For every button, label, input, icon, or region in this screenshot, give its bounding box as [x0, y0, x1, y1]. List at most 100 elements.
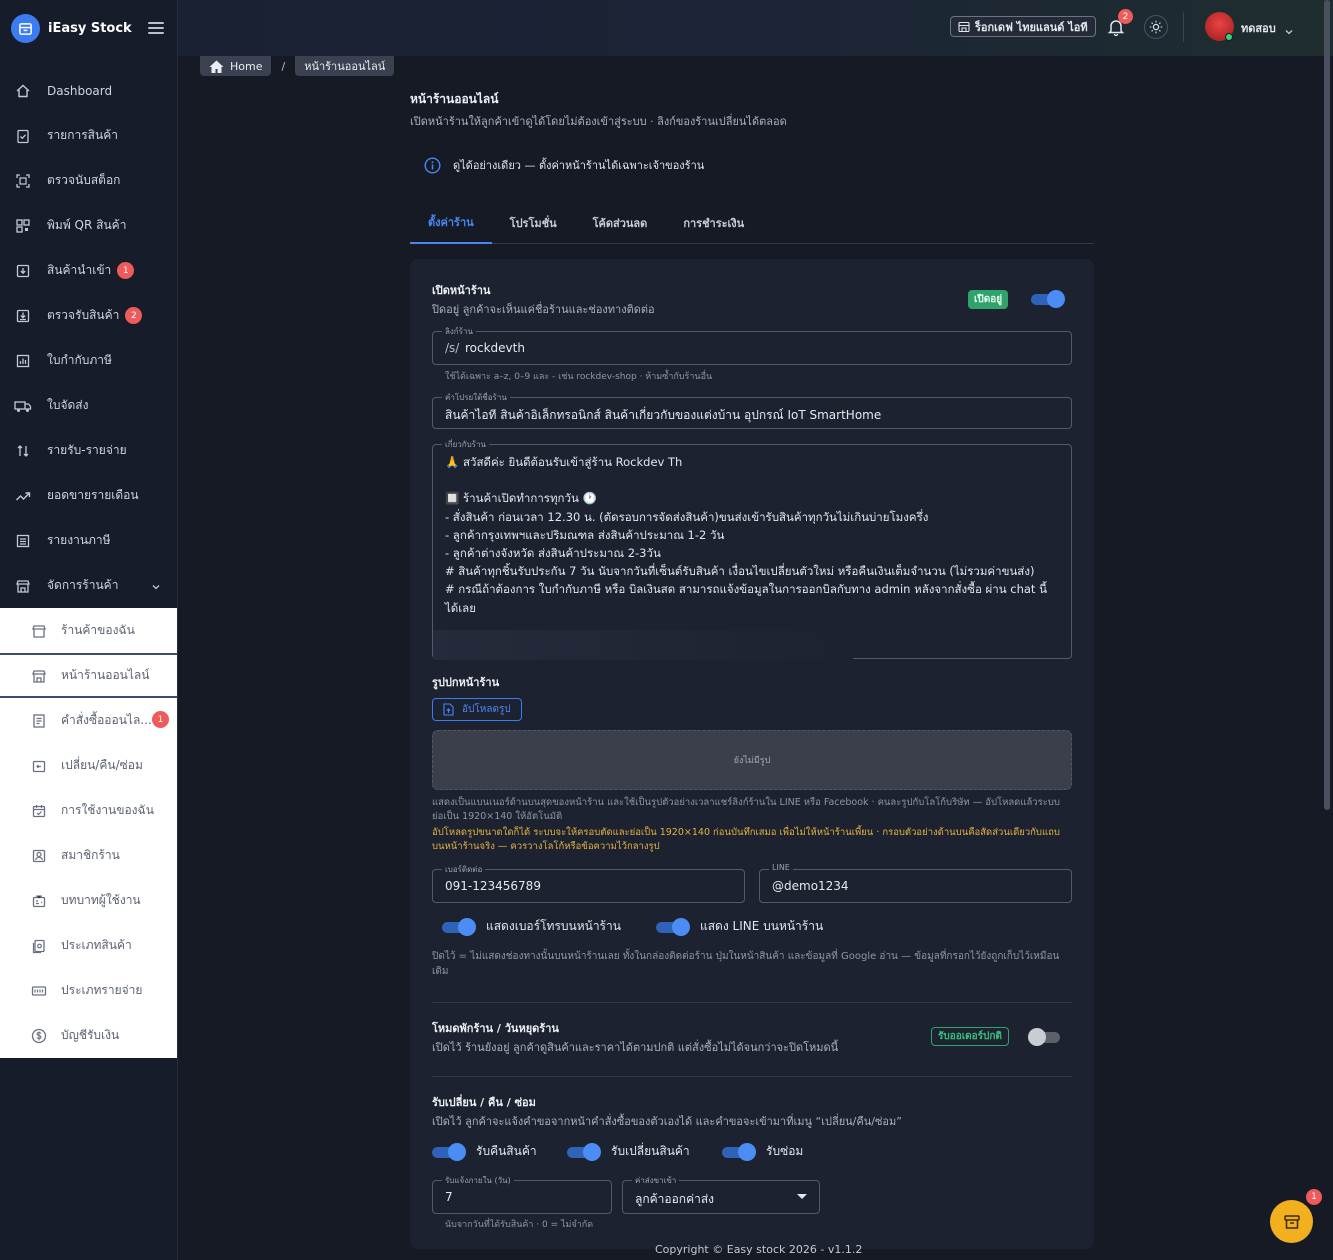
- store-submenu: ร้านค้าของฉัน หน้าร้านออนไลน์ คำสั่งซื้อ…: [0, 608, 177, 1058]
- sidebar-item-label: รายการสินค้า: [47, 128, 118, 142]
- show-line-option: แสดง LINE บนหน้าร้าน: [656, 917, 823, 936]
- store-link-input[interactable]: rockdevth: [465, 341, 525, 355]
- money-icon: [30, 1027, 48, 1045]
- page-scrollbar[interactable]: [1324, 0, 1330, 810]
- upload-cover-button[interactable]: อัปโหลดรูป: [432, 698, 522, 721]
- chart-doc-icon: [14, 352, 32, 370]
- sidebar-subitem-payment-accounts[interactable]: บัญชีรับเงิน: [0, 1013, 177, 1058]
- breadcrumb-separator: /: [281, 59, 286, 73]
- tab-discount-codes[interactable]: โค้ดส่วนลด: [575, 201, 666, 244]
- expense-icon: [30, 982, 48, 1000]
- shop-icon: [30, 622, 48, 640]
- receive-icon: [14, 307, 32, 325]
- cover-placeholder-text: ยังไม่มีรูป: [733, 756, 771, 766]
- tagline-input[interactable]: สินค้าไอที สินค้าอิเล็กทรอนิกส์ สินค้าเก…: [445, 406, 881, 425]
- sidebar-item-delivery[interactable]: ใบจัดส่ง: [0, 383, 177, 428]
- breadcrumb-home-label: Home: [230, 59, 263, 73]
- page-subtitle: เปิดหน้าร้านให้ลูกค้าเข้าดูได้โดยไม่ต้อง…: [410, 115, 787, 128]
- sidebar-subitem-categories[interactable]: ประเภทสินค้า: [0, 923, 177, 968]
- sidebar-item-monthly-sales[interactable]: ยอดขายรายเดือน: [0, 473, 177, 518]
- accept-exchange-toggle[interactable]: [567, 1142, 601, 1161]
- list-icon: [14, 532, 32, 550]
- sidebar-item-label: การใช้งานของฉัน: [61, 803, 154, 817]
- show-line-toggle[interactable]: [656, 917, 690, 936]
- return-days-input[interactable]: 7: [445, 1190, 453, 1204]
- count-badge: 2: [125, 307, 143, 324]
- sidebar-item-label: ตรวจรับสินค้า: [47, 308, 120, 322]
- accept-return-label: รับคืนสินค้า: [476, 1144, 537, 1158]
- return-days-helper: นับจากวันที่ได้รับสินค้า · 0 = ไม่จำกัด: [445, 1220, 594, 1230]
- sidebar-item-dashboard[interactable]: Dashboard: [0, 68, 177, 113]
- accept-return-toggle[interactable]: [432, 1142, 466, 1161]
- sidebar-subitem-my-usage[interactable]: การใช้งานของฉัน: [0, 788, 177, 833]
- sidebar-item-manage-store[interactable]: จัดการร้านค้า: [0, 563, 177, 608]
- sidebar-subitem-online-storefront[interactable]: หน้าร้านออนไลน์: [0, 653, 177, 698]
- archive-box-icon: [1283, 1214, 1300, 1229]
- cover-title: รูปปกหน้าร้าน: [432, 676, 500, 689]
- line-input[interactable]: @demo1234: [772, 879, 849, 893]
- sidebar-item-tax-invoice[interactable]: ใบกำกับภาษี: [0, 338, 177, 383]
- phone-field[interactable]: เบอร์ติดต่อ 091-123456789: [432, 863, 745, 903]
- sidebar-subitem-returns[interactable]: เปลี่ยน/คืน/ซ่อม: [0, 743, 177, 788]
- breadcrumb-current-label: หน้าร้านออนไลน์: [304, 60, 386, 73]
- sidebar-item-products[interactable]: รายการสินค้า: [0, 113, 177, 158]
- accept-exchange-option: รับเปลี่ยนสินค้า: [567, 1142, 690, 1161]
- floating-orders-button[interactable]: [1270, 1200, 1313, 1243]
- storefront-icon: [30, 667, 48, 685]
- store-link-field[interactable]: ลิงก์ร้าน /s/ rockdevth: [432, 325, 1072, 365]
- sidebar-item-label: บัญชีรับเงิน: [61, 1028, 120, 1042]
- sidebar-item-stock-count[interactable]: ตรวจนับสต็อก: [0, 158, 177, 203]
- role-icon: [30, 892, 48, 910]
- vacation-title: โหมดพักร้าน / วันหยุดร้าน: [432, 1022, 559, 1035]
- breadcrumb-current: หน้าร้านออนไลน์: [295, 56, 395, 76]
- phone-input[interactable]: 091-123456789: [445, 879, 541, 893]
- vacation-mode-toggle[interactable]: [1028, 1028, 1062, 1046]
- theme-toggle-sun-icon[interactable]: [1144, 15, 1168, 39]
- sidebar-item-print-qr[interactable]: พิมพ์ QR สินค้า: [0, 203, 177, 248]
- sidebar-subitem-my-shop[interactable]: ร้านค้าของฉัน: [0, 608, 177, 653]
- sidebar-subitem-expense-types[interactable]: ประเภทรายจ่าย: [0, 968, 177, 1013]
- brand: iEasy Stock: [0, 0, 177, 56]
- user-name[interactable]: ทดสอบ: [1241, 19, 1276, 37]
- show-phone-toggle[interactable]: [442, 917, 476, 936]
- field-label: ลิงก์ร้าน: [442, 325, 476, 338]
- sidebar-item-label: ยอดขายรายเดือน: [47, 488, 139, 502]
- count-badge: 1: [117, 262, 135, 279]
- tab-store-settings[interactable]: ตั้งค่าร้าน: [410, 201, 492, 244]
- about-textarea[interactable]: เกี่ยวกับร้าน 🙏 สวัสดีค่ะ ยินดีต้อนรับเข…: [432, 438, 1072, 660]
- menu-toggle-icon[interactable]: [147, 22, 164, 34]
- shipping-cost-select[interactable]: ค่าส่งขาเข้า ลูกค้าออกค่าส่ง: [622, 1174, 820, 1214]
- sidebar-item-label: บทบาทผู้ใช้งาน: [61, 893, 141, 907]
- field-label: คำโปรยใต้ชื่อร้าน: [442, 391, 510, 404]
- sidebar-nav: Dashboard รายการสินค้า ตรวจนับสต็อก พิมพ…: [0, 68, 177, 608]
- storefront-open-toggle[interactable]: [1031, 290, 1065, 308]
- online-status-dot: [1225, 33, 1233, 41]
- sidebar-subitem-online-orders[interactable]: คำสั่งซื้อออนไล... 1: [0, 698, 177, 743]
- scan-icon: [14, 172, 32, 190]
- accept-repair-toggle[interactable]: [722, 1142, 756, 1161]
- sidebar-subitem-roles[interactable]: บทบาทผู้ใช้งาน: [0, 878, 177, 923]
- chevron-down-icon[interactable]: [1284, 22, 1294, 41]
- upload-cover-label: อัปโหลดรูป: [462, 704, 511, 715]
- tab-promotions[interactable]: โปรโมชั่น: [492, 201, 575, 244]
- topbar-divider: [1183, 12, 1184, 42]
- field-label: เบอร์ติดต่อ: [442, 863, 486, 876]
- sidebar-item-income-expense[interactable]: รายรับ-รายจ่าย: [0, 428, 177, 473]
- status-badge: รับออเดอร์ปกติ: [931, 1027, 1009, 1046]
- breadcrumb: Home / หน้าร้านออนไลน์: [200, 56, 395, 76]
- info-notice: ดูได้อย่างเดียว — ตั้งค่าหน้าร้านได้เฉพา…: [424, 156, 704, 174]
- sidebar-item-imports[interactable]: สินค้านำเข้า 1: [0, 248, 177, 293]
- store-name: ร็อกเดฟ ไทยแลนด์ ไอที: [975, 20, 1088, 34]
- sidebar-item-receive[interactable]: ตรวจรับสินค้า 2: [0, 293, 177, 338]
- show-line-label: แสดง LINE บนหน้าร้าน: [700, 919, 824, 933]
- line-field[interactable]: LINE @demo1234: [759, 863, 1072, 903]
- app-name: iEasy Stock: [48, 20, 132, 36]
- return-days-field[interactable]: รับแจ้งภายใน (วัน) 7: [432, 1174, 612, 1214]
- tagline-field[interactable]: คำโปรยใต้ชื่อร้าน สินค้าไอที สินค้าอิเล็…: [432, 391, 1072, 429]
- breadcrumb-home[interactable]: Home: [200, 56, 272, 76]
- sidebar-item-tax-report[interactable]: รายงานภาษี: [0, 518, 177, 563]
- store-switcher[interactable]: ร็อกเดฟ ไทยแลนด์ ไอที: [950, 16, 1096, 37]
- sidebar-subitem-members[interactable]: สมาชิกร้าน: [0, 833, 177, 878]
- tab-payments[interactable]: การชำระเงิน: [665, 201, 762, 244]
- count-badge: 1: [152, 711, 169, 728]
